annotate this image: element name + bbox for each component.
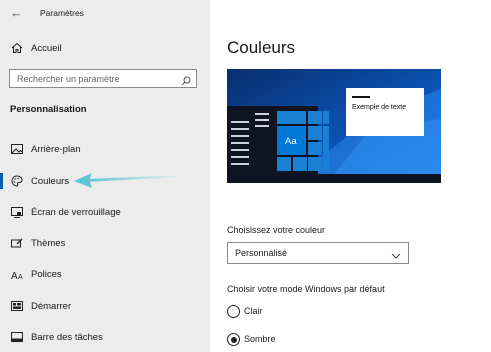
preview-desktop-image [227,69,441,183]
dropdown-value: Personnalisé [235,248,288,258]
color-choice-label: Choisissez votre couleur [227,225,326,235]
preview-sample-text: Exemple de texte [352,104,407,111]
color-preview: Aa Exemple de texte [227,69,441,183]
radio-label: Sombre [244,334,276,344]
radio-light[interactable]: Clair [227,305,287,321]
radio-circle [227,333,240,346]
radio-dark[interactable]: Sombre [227,333,297,349]
radio-label: Clair [244,306,263,316]
preview-tile-text: Aa [285,136,297,147]
radio-selected-dot [230,336,237,343]
radio-circle [227,305,240,318]
color-choice-dropdown[interactable]: Personnalisé [227,242,409,264]
page-title: Couleurs [227,38,296,57]
mode-label: Choisir votre mode Windows par défaut [227,284,385,294]
chevron-down-icon [391,248,401,266]
